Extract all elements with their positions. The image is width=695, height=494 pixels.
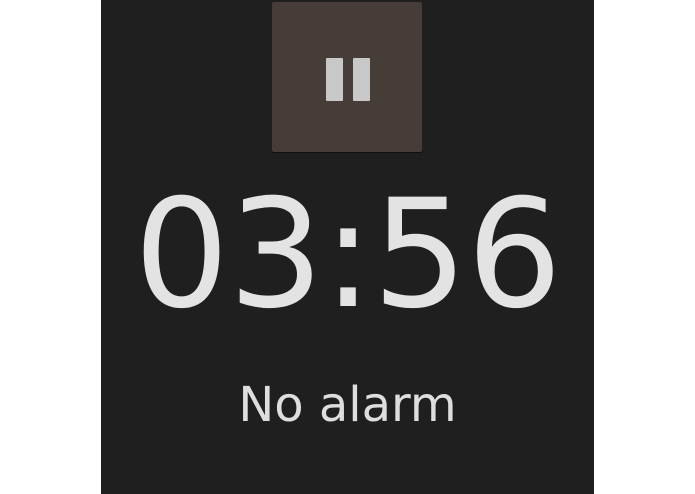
pause-icon-bar-right xyxy=(353,58,370,101)
clock-time: 03:56 xyxy=(133,168,562,342)
pause-icon xyxy=(326,58,370,101)
clock-panel: 03:56 No alarm xyxy=(101,0,594,494)
alarm-status: No alarm xyxy=(238,377,457,433)
pause-button[interactable] xyxy=(272,2,422,152)
pause-icon-bar-left xyxy=(326,58,343,101)
